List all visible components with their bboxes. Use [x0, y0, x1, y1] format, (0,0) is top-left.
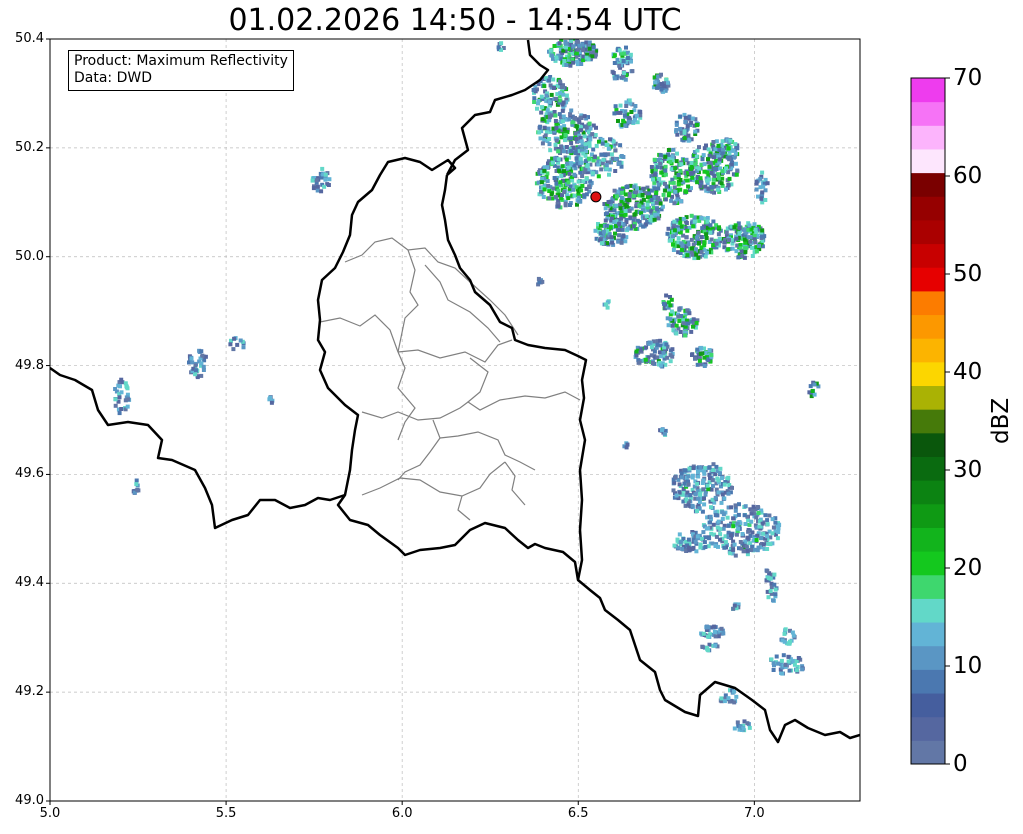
- colorbar-segment: [911, 432, 945, 457]
- colorbar-segment: [911, 172, 945, 197]
- colorbar-segment: [911, 243, 945, 268]
- colorbar: [910, 77, 950, 765]
- colorbar-segment: [911, 456, 945, 481]
- colorbar-tick-label: 30: [953, 457, 983, 483]
- colorbar-segment: [911, 740, 945, 765]
- colorbar-tick-label: 0: [953, 751, 968, 777]
- colorbar-segment: [911, 385, 945, 410]
- colorbar-tick-label: 40: [953, 359, 983, 385]
- colorbar-segment: [911, 125, 945, 150]
- colorbar-tick-label: 50: [953, 261, 983, 287]
- colorbar-segment: [911, 503, 945, 528]
- colorbar-segment: [911, 693, 945, 718]
- colorbar-segment: [911, 598, 945, 623]
- colorbar-segment: [911, 78, 945, 103]
- colorbar-tick-label: 10: [953, 653, 983, 679]
- colorbar-unit-label: dBZ: [988, 397, 1014, 444]
- colorbar-tick-label: 70: [953, 65, 983, 91]
- colorbar-segment: [911, 645, 945, 670]
- colorbar-segment: [911, 574, 945, 599]
- colorbar-segment: [911, 314, 945, 339]
- colorbar-segment: [911, 101, 945, 126]
- colorbar-segment: [911, 551, 945, 576]
- colorbar-segment: [911, 219, 945, 245]
- colorbar-segment: [911, 480, 945, 505]
- colorbar-segment: [911, 148, 945, 174]
- colorbar-tick-label: 20: [953, 555, 983, 581]
- colorbar-segment: [911, 267, 945, 292]
- colorbar-tick-label: 60: [953, 163, 983, 189]
- colorbar-segment: [911, 338, 945, 363]
- colorbar-segment: [911, 409, 945, 434]
- colorbar-segment: [911, 622, 945, 647]
- colorbar-segment: [911, 196, 945, 221]
- colorbar-segment: [911, 527, 945, 552]
- colorbar-segment: [911, 669, 945, 694]
- colorbar-segment: [911, 361, 945, 387]
- colorbar-segment: [911, 290, 945, 316]
- colorbar-segment: [911, 716, 945, 741]
